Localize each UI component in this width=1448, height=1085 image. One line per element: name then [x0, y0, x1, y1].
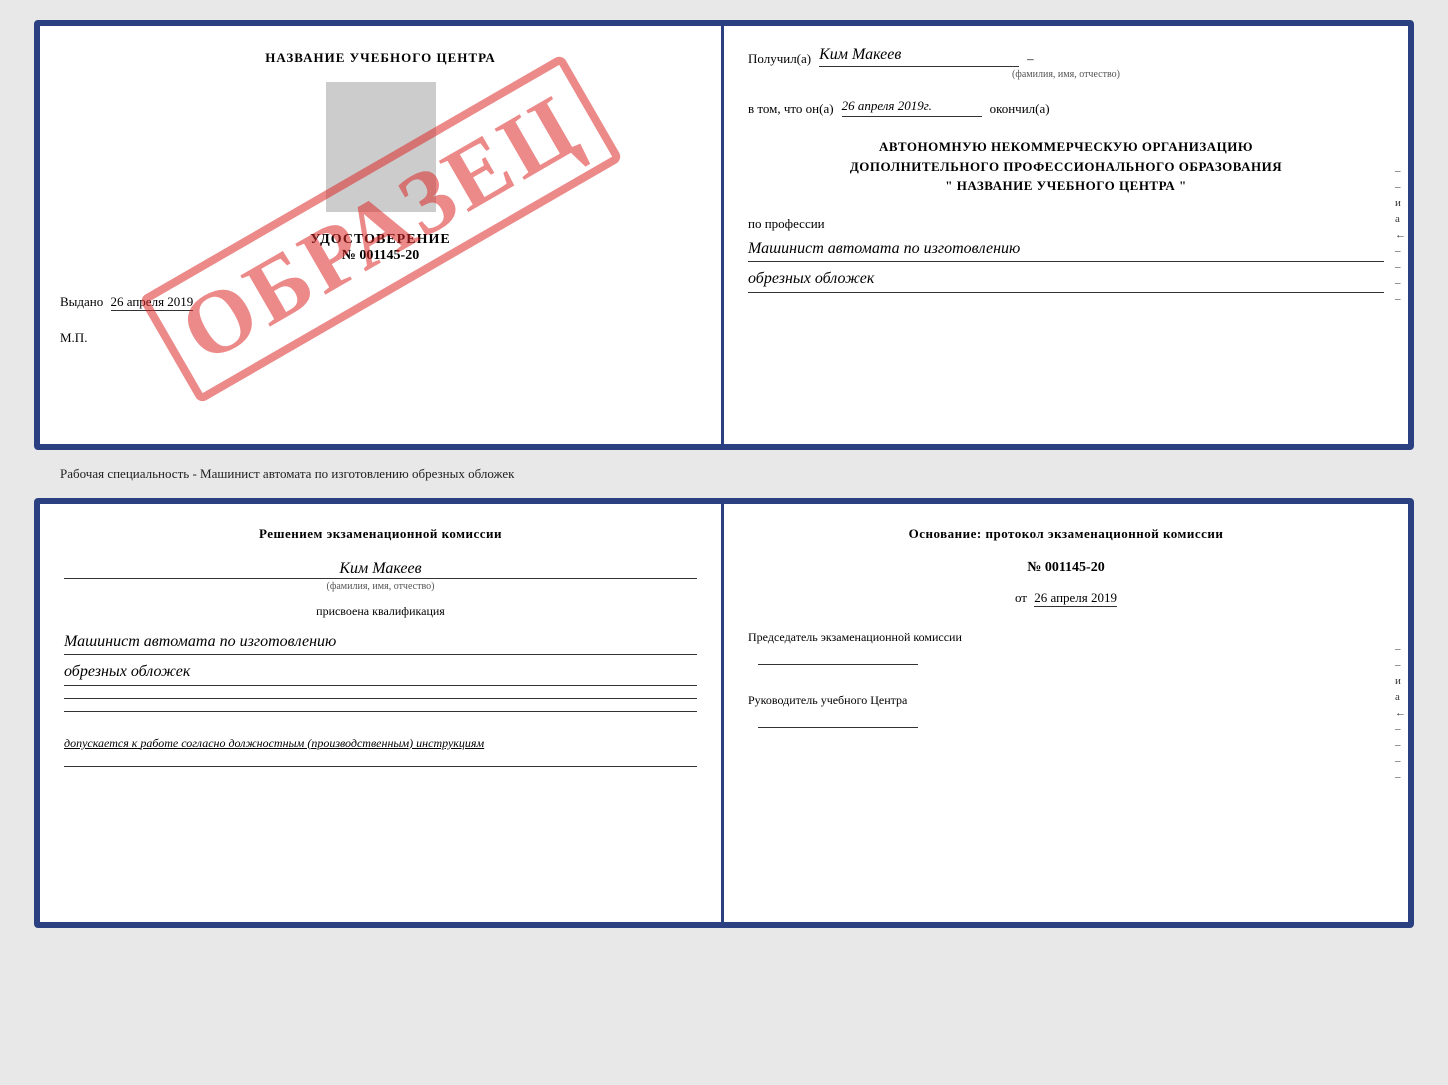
kvalif-line1: Машинист автомата по изготовлению [64, 629, 697, 656]
top-left-panel: НАЗВАНИЕ УЧЕБНОГО ЦЕНТРА ОБРАЗЕЦ УДОСТОВ… [40, 26, 724, 444]
okonchil-label: окончил(а) [990, 101, 1050, 117]
po-professii-label: по профессии [748, 216, 1384, 232]
professiya-line2: обрезных обложек [748, 266, 1384, 293]
top-right-panel: Получил(а) Ким Макеев – (фамилия, имя, о… [724, 26, 1408, 444]
specialty-label: Рабочая специальность - Машинист автомат… [60, 466, 514, 482]
predsedatel-label: Председатель экзаменационной комиссии [748, 628, 1384, 646]
right-edge: – – и а ← – – – – [1395, 26, 1406, 444]
separator2 [64, 711, 697, 712]
separator3 [64, 766, 697, 767]
komissia-fio: Ким Макеев [64, 560, 697, 579]
vydano-date: 26 апреля 2019 [111, 294, 194, 311]
professiya-line1: Машинист автомата по изготовлению [748, 236, 1384, 263]
rukovoditel-signature-line [758, 727, 918, 728]
photo-placeholder [326, 82, 436, 212]
ot-label: от [1015, 590, 1027, 605]
vtom-date: 26 апреля 2019г. [842, 98, 982, 117]
rukovoditel-label: Руководитель учебного Центра [748, 691, 1384, 709]
mp-label: М.П. [60, 330, 701, 346]
cert-number: № 001145-20 [60, 248, 701, 264]
poluchil-section: Получил(а) Ким Макеев – (фамилия, имя, о… [748, 46, 1384, 80]
poluchil-row: Получил(а) Ким Макеев – [748, 46, 1384, 67]
separator1 [64, 698, 697, 699]
predsedatel-block: Председатель экзаменационной комиссии [748, 628, 1384, 665]
bottom-right-edge: – – и а ← – – – – [1395, 504, 1406, 922]
resheniem-title: Решением экзаменационной комиссии [64, 524, 697, 544]
fio-hint-top: (фамилия, имя, отчество) [748, 69, 1384, 80]
dopuskaetsya-block: допускается к работе согласно должностны… [64, 734, 697, 752]
top-document-pair: НАЗВАНИЕ УЧЕБНОГО ЦЕНТРА ОБРАЗЕЦ УДОСТОВ… [34, 20, 1414, 450]
kvalif-line2: обрезных обложек [64, 659, 697, 686]
org-line3: " НАЗВАНИЕ УЧЕБНОГО ЦЕНТРА " [748, 176, 1384, 196]
prisvoena-label: присвоена квалификация [64, 604, 697, 619]
cert-label: УДОСТОВЕРЕНИЕ [60, 232, 701, 248]
osnovanie-title: Основание: протокол экзаменационной коми… [748, 524, 1384, 544]
poluchil-name: Ким Макеев [819, 46, 1019, 67]
dopuskaetsya-label: допускается к [64, 736, 137, 750]
fio-hint-bottom: (фамилия, имя, отчество) [64, 581, 697, 592]
org-line2: ДОПОЛНИТЕЛЬНОГО ПРОФЕССИОНАЛЬНОГО ОБРАЗО… [748, 157, 1384, 177]
komissia-fio-section: Ким Макеев (фамилия, имя, отчество) [64, 556, 697, 592]
org-block: АВТОНОМНУЮ НЕКОММЕРЧЕСКУЮ ОРГАНИЗАЦИЮ ДО… [748, 137, 1384, 196]
vtom-label: в том, что он(а) [748, 101, 834, 117]
protocol-date: от 26 апреля 2019 [748, 590, 1384, 606]
cert-block: УДОСТОВЕРЕНИЕ № 001145-20 [60, 232, 701, 264]
vydano-label: Выдано [60, 294, 103, 309]
dopuskaetsya-value: работе согласно должностным (производств… [140, 736, 484, 750]
protocol-nomer: № 001145-20 [748, 560, 1384, 576]
top-left-title: НАЗВАНИЕ УЧЕБНОГО ЦЕНТРА [60, 50, 701, 66]
org-line1: АВТОНОМНУЮ НЕКОММЕРЧЕСКУЮ ОРГАНИЗАЦИЮ [748, 137, 1384, 157]
rukovoditel-block: Руководитель учебного Центра [748, 691, 1384, 728]
vydano-block: Выдано 26 апреля 2019 [60, 294, 701, 310]
bottom-left-panel: Решением экзаменационной комиссии Ким Ма… [40, 504, 724, 922]
predsedatel-signature-line [758, 664, 918, 665]
poluchil-label: Получил(а) [748, 51, 811, 67]
bottom-right-panel: Основание: протокол экзаменационной коми… [724, 504, 1408, 922]
kvalif-section: Машинист автомата по изготовлению обрезн… [64, 625, 697, 686]
po-professii-section: по профессии Машинист автомата по изгото… [748, 216, 1384, 293]
ot-date: 26 апреля 2019 [1034, 590, 1117, 607]
bottom-document-pair: Решением экзаменационной комиссии Ким Ма… [34, 498, 1414, 928]
vtom-row: в том, что он(а) 26 апреля 2019г. окончи… [748, 98, 1384, 117]
